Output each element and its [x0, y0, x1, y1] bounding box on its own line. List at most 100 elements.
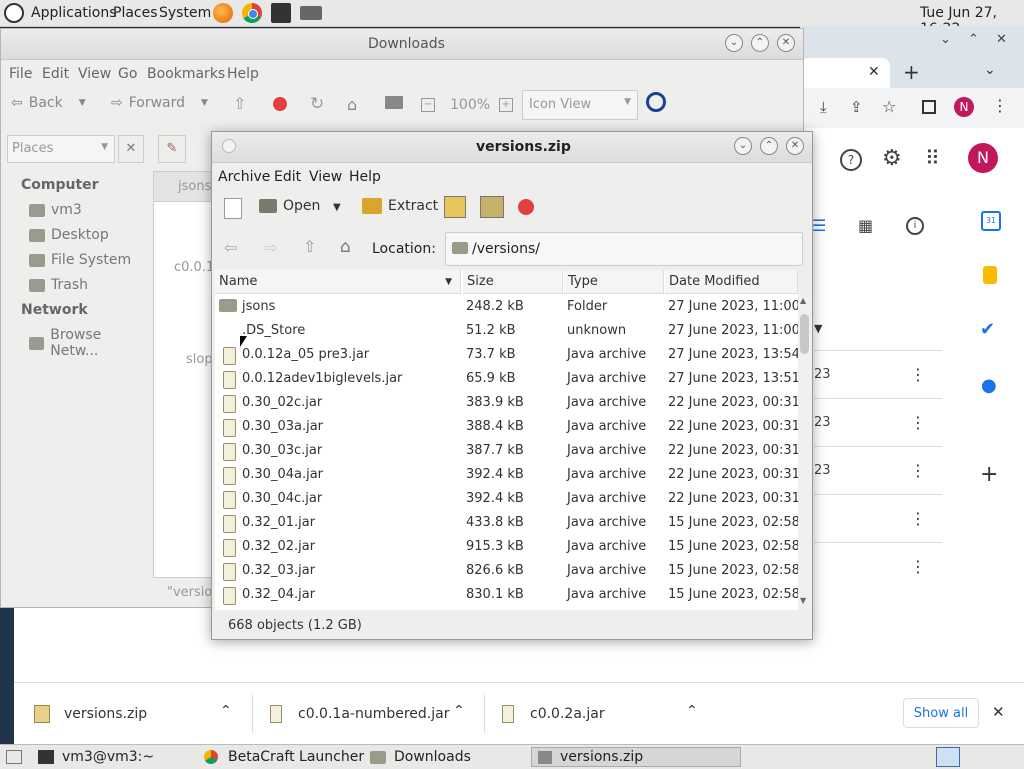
minimize-icon[interactable]: ⌄ — [734, 137, 752, 155]
profile-avatar[interactable]: N — [954, 97, 974, 117]
view-mode-select[interactable]: Icon View ▼ — [522, 90, 638, 120]
menu-system[interactable]: System — [159, 5, 211, 21]
row-more-icon[interactable]: ⋮ — [910, 413, 926, 432]
menu-view[interactable]: View — [78, 66, 111, 82]
home-icon[interactable]: ⌂ — [340, 237, 351, 257]
close-icon[interactable]: ✕ — [777, 34, 795, 52]
info-icon[interactable]: i — [906, 217, 924, 235]
sort-dropdown-icon[interactable]: ▼ — [814, 322, 822, 335]
file-row[interactable]: 0.0.12adev1biglevels.jar 65.9 kB Java arch… — [215, 367, 798, 391]
file-item[interactable]: slop — [186, 352, 213, 367]
side-panel-icon[interactable] — [922, 100, 936, 114]
computer-icon[interactable] — [385, 96, 403, 109]
sidebar-item-desktop[interactable]: Desktop — [29, 227, 109, 243]
file-row[interactable]: 0.30_03c.jar 387.7 kB Java archive 22 June … — [215, 439, 798, 463]
forward-button[interactable]: ⇨ Forward ▼ — [111, 95, 208, 111]
task-archive[interactable]: versions.zip — [531, 747, 741, 767]
sidebar-item-filesystem[interactable]: File System — [29, 252, 131, 268]
window-menu-icon[interactable] — [222, 139, 236, 153]
menu-archive[interactable]: Archive — [218, 169, 270, 185]
task-downloads[interactable]: Downloads — [370, 747, 471, 767]
account-avatar[interactable]: N — [968, 143, 998, 173]
file-row[interactable]: 0.32_02.jar 915.3 kB Java archive 15 June 2… — [215, 535, 798, 559]
new-archive-icon[interactable] — [224, 198, 242, 219]
help-icon[interactable]: ? — [840, 149, 862, 171]
task-chrome[interactable]: BetaCraft Launcher ... — [204, 747, 382, 767]
file-row[interactable]: 0.0.12a_05 pre3.jar 73.7 kB Java archive 27… — [215, 343, 798, 367]
download-item[interactable]: versions.zip — [34, 699, 147, 729]
add-files-icon[interactable] — [444, 196, 466, 218]
open-dropdown-icon[interactable]: ▼ — [333, 202, 341, 213]
back-icon[interactable]: ⇦ — [224, 238, 237, 257]
file-row[interactable]: 0.32_04.jar 830.1 kB Java archive 15 June 2… — [215, 583, 798, 607]
menu-edit[interactable]: Edit — [42, 66, 69, 82]
download-icon[interactable]: ⤓ — [820, 98, 827, 116]
row-more-icon[interactable]: ⋮ — [910, 557, 926, 576]
extract-button[interactable]: Extract — [362, 198, 438, 214]
row-more-icon[interactable]: ⋮ — [910, 365, 926, 384]
tab-list-icon[interactable]: ⌄ — [984, 62, 996, 78]
maximize-icon[interactable]: ⌃ — [751, 34, 769, 52]
reload-icon[interactable]: ↻ — [310, 94, 324, 114]
scrollbar[interactable]: ▲ ▼ — [798, 294, 811, 610]
column-header-name[interactable]: Name ▼ — [215, 270, 461, 294]
download-item[interactable]: c0.0.2a.jar — [502, 699, 605, 729]
close-shelf-icon[interactable]: ✕ — [992, 703, 1005, 721]
chevron-up-icon[interactable]: ⌃ — [453, 703, 465, 719]
menu-go[interactable]: Go — [118, 66, 137, 82]
downloads-titlebar[interactable]: Downloads ⌄ ⌃ ✕ — [1, 29, 803, 60]
sidebar-item-browse-network[interactable]: Browse Netw... — [29, 327, 149, 359]
chevron-down-icon[interactable]: ⌄ — [940, 32, 951, 47]
new-tab-icon[interactable]: + — [903, 60, 920, 84]
task-terminal[interactable]: vm3@vm3:~ — [38, 747, 154, 767]
row-more-icon[interactable]: ⋮ — [910, 509, 926, 528]
places-select[interactable]: Places ▼ — [7, 135, 115, 163]
maximize-icon[interactable]: ⌃ — [760, 137, 778, 155]
filter-icon[interactable]: ☰ — [812, 216, 826, 235]
file-row[interactable]: jsons 248.2 kB Folder 27 June 2023, 11:00 — [215, 295, 798, 319]
tab-close-icon[interactable]: ✕ — [868, 64, 880, 80]
restore-icon[interactable]: ⌃ — [968, 32, 979, 47]
open-button[interactable]: Open — [259, 198, 320, 214]
system-logo-icon[interactable] — [4, 3, 24, 23]
bookmark-star-icon[interactable]: ☆ — [882, 97, 896, 116]
calendar-icon[interactable]: 31 — [981, 211, 1001, 231]
menu-help[interactable]: Help — [227, 66, 259, 82]
row-more-icon[interactable]: ⋮ — [910, 461, 926, 480]
tasks-icon[interactable]: ✔ — [980, 319, 995, 340]
add-app-icon[interactable]: + — [980, 462, 998, 487]
menu-view[interactable]: View — [309, 169, 342, 185]
column-header-date[interactable]: Date Modified — [665, 270, 798, 294]
menu-file[interactable]: File — [9, 66, 32, 82]
grid-view-icon[interactable]: ▦ — [858, 216, 873, 235]
stop-icon[interactable] — [273, 97, 287, 111]
file-row[interactable]: 0.30_03a.jar 388.4 kB Java archive 22 June … — [215, 415, 798, 439]
file-row[interactable]: 0.30_02c.jar 383.9 kB Java archive 22 June … — [215, 391, 798, 415]
location-field[interactable]: /versions/ — [445, 232, 803, 266]
contacts-icon[interactable]: ● — [981, 375, 997, 396]
scrollbar-thumb[interactable] — [800, 314, 809, 354]
file-row[interactable]: .DS_Store 51.2 kB unknown 27 June 2023, 11:… — [215, 319, 798, 343]
up-icon[interactable]: ⇧ — [303, 237, 316, 256]
back-button[interactable]: ⇦ Back ▼ — [11, 95, 86, 111]
show-all-button[interactable]: Show all — [903, 698, 979, 728]
file-row[interactable]: 0.32_03.jar 826.6 kB Java archive 15 June 2… — [215, 559, 798, 583]
menu-bookmarks[interactable]: Bookmarks — [147, 66, 225, 82]
chevron-up-icon[interactable]: ⌃ — [220, 703, 232, 719]
scroll-up-icon[interactable]: ▲ — [800, 296, 806, 305]
forward-icon[interactable]: ⇨ — [264, 238, 277, 257]
column-header-size[interactable]: Size — [463, 270, 563, 294]
add-folder-icon[interactable] — [480, 196, 504, 218]
menu-edit[interactable]: Edit — [274, 169, 301, 185]
column-header-type[interactable]: Type — [564, 270, 664, 294]
file-row[interactable]: 0.30_04a.jar 392.4 kB Java archive 22 June … — [215, 463, 798, 487]
search-icon[interactable] — [646, 92, 666, 112]
settings-gear-icon[interactable]: ⚙ — [882, 146, 902, 171]
close-icon[interactable]: ✕ — [996, 32, 1007, 47]
zoom-in-icon[interactable]: + — [499, 98, 513, 112]
scroll-down-icon[interactable]: ▼ — [800, 596, 806, 605]
vm-icon[interactable] — [300, 6, 322, 20]
archive-titlebar[interactable]: versions.zip ⌄ ⌃ ✕ — [212, 132, 812, 163]
chrome-icon[interactable] — [242, 3, 262, 23]
edit-location-icon[interactable]: ✎ — [158, 135, 186, 163]
